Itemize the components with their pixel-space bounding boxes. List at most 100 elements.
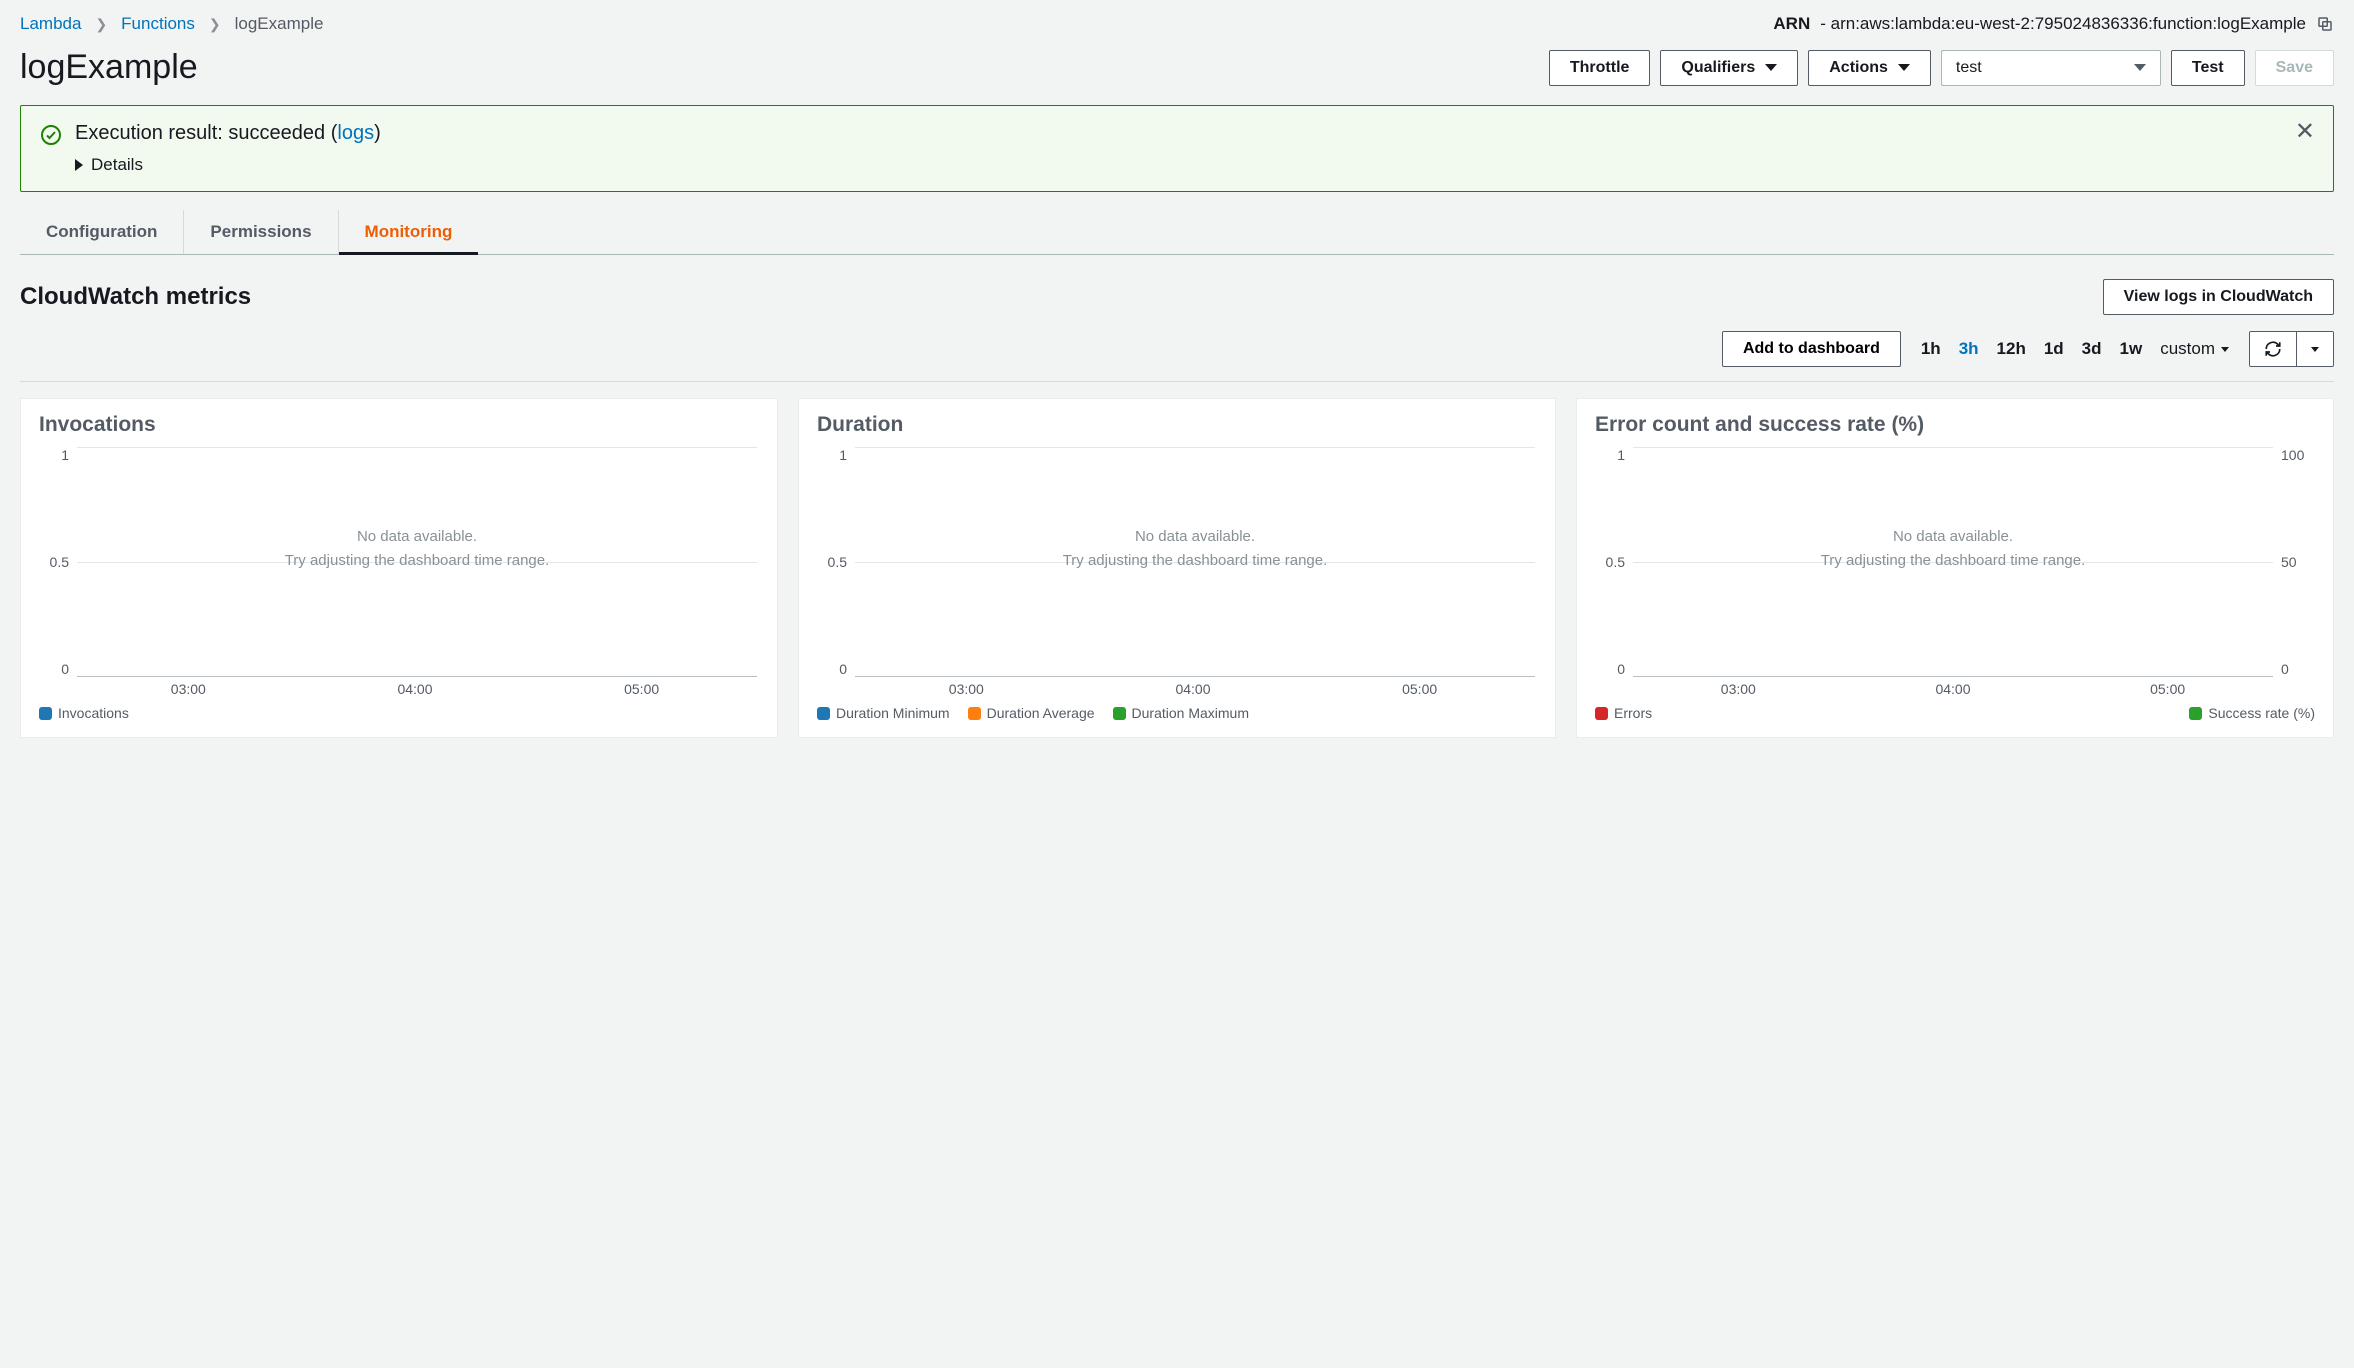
y-axis-tick: 0.5 [823, 554, 847, 570]
y-axis-tick: 0 [1601, 661, 1625, 677]
legend-label: Duration Maximum [1132, 705, 1249, 721]
x-axis-tick: 04:00 [1935, 681, 1970, 697]
test-event-select[interactable]: test [1941, 50, 2161, 86]
arn-value: - arn:aws:lambda:eu-west-2:795024836336:… [1820, 14, 2306, 34]
tabs: Configuration Permissions Monitoring [20, 210, 2334, 255]
y-axis-tick: 1 [823, 447, 847, 463]
y-axis-tick: 1 [45, 447, 69, 463]
gridline [77, 676, 757, 677]
tab-permissions[interactable]: Permissions [184, 210, 338, 254]
caret-down-icon [2134, 64, 2146, 71]
chart-title: Duration [817, 413, 1537, 437]
caret-down-icon [1765, 64, 1777, 71]
x-axis-tick: 03:00 [949, 681, 984, 697]
x-axis-tick: 05:00 [2150, 681, 2185, 697]
refresh-button[interactable] [2250, 332, 2297, 366]
x-axis-tick: 04:00 [1175, 681, 1210, 697]
triangle-right-icon [75, 159, 83, 171]
chart-legend: Errors Success rate (%) [1595, 705, 2315, 721]
action-toolbar: Throttle Qualifiers Actions test Test Sa… [1549, 50, 2334, 86]
close-icon[interactable]: ✕ [2295, 120, 2315, 144]
gridline [1633, 447, 2273, 448]
legend-label: Errors [1614, 705, 1652, 721]
gridline [77, 447, 757, 448]
breadcrumb-lambda[interactable]: Lambda [20, 14, 81, 34]
legend-swatch [968, 707, 981, 720]
time-range-3d[interactable]: 3d [2082, 339, 2102, 359]
x-axis-tick: 03:00 [1721, 681, 1756, 697]
chart-card: Duration10.50No data available.Try adjus… [798, 398, 1556, 738]
x-axis-tick: 05:00 [1402, 681, 1437, 697]
y-axis-tick-right: 100 [2281, 447, 2309, 463]
y-axis-tick: 1 [1601, 447, 1625, 463]
save-button: Save [2255, 50, 2334, 86]
refresh-icon [2264, 340, 2282, 358]
y-axis-tick: 0 [45, 661, 69, 677]
time-range-1w[interactable]: 1w [2120, 339, 2143, 359]
no-data-message: No data available.Try adjusting the dash… [77, 525, 757, 573]
add-to-dashboard-button[interactable]: Add to dashboard [1722, 331, 1901, 367]
test-button[interactable]: Test [2171, 50, 2245, 86]
time-range-3h[interactable]: 3h [1959, 339, 1979, 359]
x-axis-tick: 03:00 [171, 681, 206, 697]
time-range-1h[interactable]: 1h [1921, 339, 1941, 359]
chart-area: 1 0.5 0 No data available.Try adjusting the… [39, 447, 759, 677]
time-range-custom[interactable]: custom [2160, 339, 2229, 359]
y-axis-tick: 0.5 [1601, 554, 1625, 570]
x-axis-tick: 04:00 [397, 681, 432, 697]
caret-down-icon [1898, 64, 1910, 71]
gridline [1633, 676, 2273, 677]
tab-configuration[interactable]: Configuration [20, 210, 184, 254]
chart-area: 1 0.5 0 No data available.Try adjusting the… [1595, 447, 2315, 677]
view-logs-cloudwatch-button[interactable]: View logs in CloudWatch [2103, 279, 2334, 315]
time-range-1d[interactable]: 1d [2044, 339, 2064, 359]
breadcrumb-functions[interactable]: Functions [121, 14, 195, 34]
legend-label: Success rate (%) [2208, 705, 2315, 721]
time-range-picker: 1h 3h 12h 1d 3d 1w custom [1921, 339, 2229, 359]
refresh-button-group [2249, 331, 2334, 367]
legend-label: Duration Minimum [836, 705, 950, 721]
legend-swatch [1595, 707, 1608, 720]
success-check-icon [41, 125, 61, 145]
throttle-button[interactable]: Throttle [1549, 50, 1651, 86]
gridline [855, 676, 1535, 677]
arn-label: ARN [1773, 14, 1810, 34]
legend-swatch [2189, 707, 2202, 720]
legend-swatch [817, 707, 830, 720]
chart-area: 10.50No data available.Try adjusting the… [817, 447, 1537, 677]
copy-icon[interactable] [2316, 15, 2334, 33]
tab-monitoring[interactable]: Monitoring [339, 210, 479, 254]
no-data-message: No data available.Try adjusting the dash… [1633, 525, 2273, 573]
execution-result-alert: Execution result: succeeded (logs) Detai… [20, 105, 2334, 192]
alert-title: Execution result: succeeded (logs) [75, 122, 2313, 145]
legend-label: Invocations [58, 705, 129, 721]
caret-down-icon [2221, 347, 2229, 352]
y-axis-tick: 0.5 [45, 554, 69, 570]
chart-legend: Duration Minimum Duration Average Duration… [817, 705, 1537, 721]
time-range-12h[interactable]: 12h [1997, 339, 2026, 359]
legend-label: Duration Average [987, 705, 1095, 721]
legend-item: Duration Maximum [1113, 705, 1249, 721]
chart-legend: Invocations [39, 705, 759, 721]
alert-details-toggle[interactable]: Details [75, 155, 2313, 175]
y-axis-tick-right: 50 [2281, 554, 2309, 570]
chart-title: Error count and success rate (%) [1595, 413, 2315, 437]
gridline [855, 447, 1535, 448]
caret-down-icon [2311, 347, 2319, 352]
chart-card: Invocations 1 0.5 0 No data available.Try ad… [20, 398, 778, 738]
refresh-dropdown[interactable] [2297, 332, 2333, 366]
breadcrumb: Lambda ❯ Functions ❯ logExample [20, 14, 323, 34]
y-axis-tick-right: 0 [2281, 661, 2309, 677]
chart-card: Error count and success rate (%) 1 0.5 0 No … [1576, 398, 2334, 738]
arn-display: ARN - arn:aws:lambda:eu-west-2:795024836… [1773, 14, 2334, 34]
logs-link[interactable]: logs [337, 122, 374, 144]
legend-item: Duration Minimum [817, 705, 950, 721]
legend-swatch [39, 707, 52, 720]
legend-swatch [1113, 707, 1126, 720]
chevron-right-icon: ❯ [95, 16, 107, 33]
legend-item: Invocations [39, 705, 129, 721]
y-axis-tick: 0 [823, 661, 847, 677]
qualifiers-dropdown[interactable]: Qualifiers [1660, 50, 1798, 86]
chart-title: Invocations [39, 413, 759, 437]
actions-dropdown[interactable]: Actions [1808, 50, 1931, 86]
